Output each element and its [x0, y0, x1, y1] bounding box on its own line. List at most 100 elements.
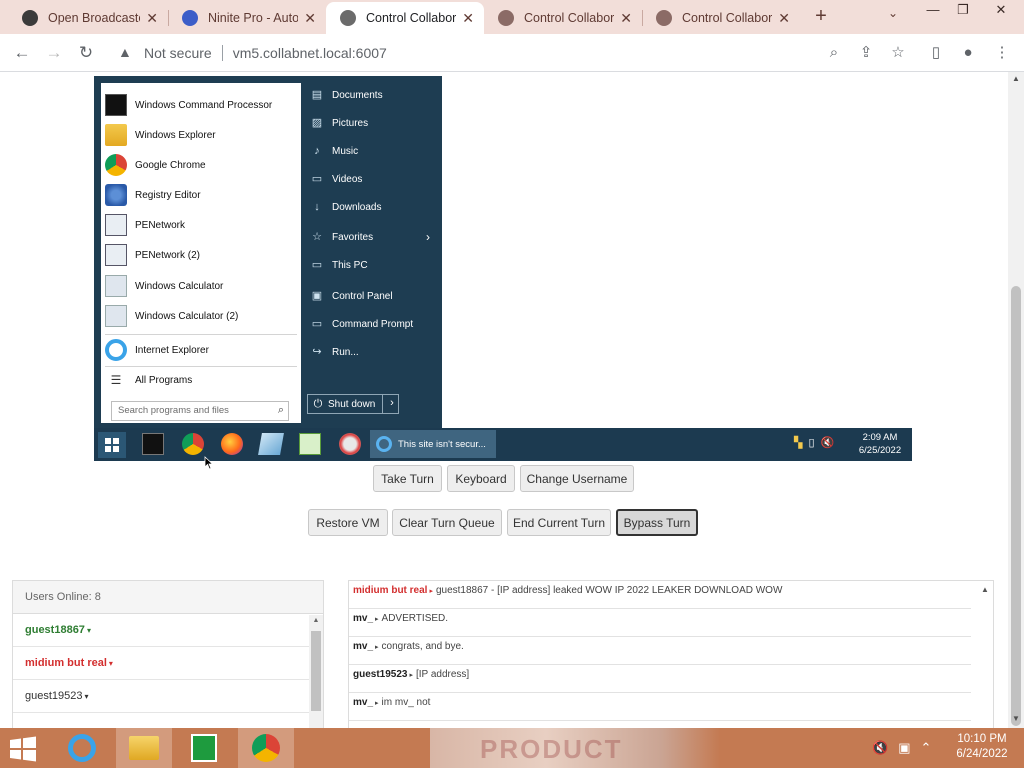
dropdown-caret-icon[interactable]: ▾ — [109, 659, 113, 668]
profile-avatar-icon[interactable]: ● — [958, 43, 978, 63]
chevron-up-icon[interactable]: ⌃ — [920, 740, 931, 756]
warning-triangle-icon[interactable]: ▲ — [118, 44, 136, 62]
end-current-turn-button[interactable]: End Current Turn — [507, 509, 611, 536]
vm-editor-icon[interactable] — [299, 433, 321, 455]
users-scrollbar[interactable]: ▲ — [309, 615, 323, 728]
vm-tray-color-icon[interactable]: ▚ — [794, 436, 802, 449]
host-clock[interactable]: 10:10 PM 6/24/2022 — [946, 732, 1018, 762]
close-window-button[interactable]: ✕ — [986, 0, 1016, 22]
dropdown-caret-icon[interactable]: ▾ — [85, 692, 89, 701]
program-explorer[interactable]: Windows Explorer — [101, 120, 301, 150]
place-control-panel[interactable]: ▣ Control Panel — [310, 284, 436, 308]
chat-scrollbar[interactable]: ▲ — [977, 581, 993, 728]
vm-screen[interactable]: Windows Command Processor Windows Explor… — [94, 76, 912, 461]
kebab-menu-icon[interactable]: ⋮ — [992, 43, 1012, 63]
vm-cmd-icon[interactable] — [142, 433, 164, 455]
taskbar-chrome-button[interactable] — [238, 728, 294, 768]
chat-username[interactable]: mv_ — [353, 641, 373, 652]
vm-clock[interactable]: 2:09 AM 6/25/2022 — [852, 431, 908, 457]
keyboard-button[interactable]: Keyboard — [447, 465, 515, 492]
vm-app-icon[interactable] — [339, 433, 361, 455]
close-tab-icon[interactable]: ✕ — [778, 10, 790, 27]
shutdown-options-button[interactable]: › — [382, 394, 401, 414]
user-row[interactable]: guest18867 ▾ — [13, 614, 309, 647]
tab-search-chevron-icon[interactable]: ⌄ — [888, 6, 898, 20]
place-this-pc[interactable]: ▭ This PC — [310, 253, 436, 277]
clear-turn-queue-button[interactable]: Clear Turn Queue — [392, 509, 502, 536]
vm-chrome-icon[interactable] — [182, 433, 204, 455]
chat-username[interactable]: guest19523 — [353, 669, 407, 680]
program-chrome[interactable]: Google Chrome — [101, 150, 301, 180]
all-programs-button[interactable]: ☰ All Programs — [101, 365, 301, 395]
taskbar-explorer-button[interactable] — [116, 728, 172, 768]
security-label[interactable]: Not secure — [144, 45, 212, 61]
vm-battery-icon[interactable]: ▯ — [808, 436, 814, 449]
change-username-button[interactable]: Change Username — [520, 465, 634, 492]
page-scrollbar[interactable]: ▲ ▼ — [1008, 72, 1024, 728]
page-scrollbar-thumb[interactable] — [1011, 286, 1021, 726]
scrollbar-thumb[interactable] — [311, 631, 321, 711]
bookmark-star-icon[interactable]: ☆ — [888, 43, 908, 63]
place-favorites[interactable]: ☆ Favorites › — [310, 225, 436, 249]
taskbar-ie-button[interactable] — [54, 728, 110, 768]
program-ie[interactable]: Internet Explorer — [101, 335, 301, 365]
program-penetwork-2[interactable]: PENetwork (2) — [101, 240, 301, 270]
user-row[interactable]: guest19523 ▾ — [13, 680, 309, 713]
dropdown-caret-icon[interactable]: ▾ — [87, 626, 91, 635]
place-music[interactable]: ♪ Music — [310, 139, 436, 163]
minimize-button[interactable]: — — [918, 0, 948, 22]
side-panel-icon[interactable]: ▯ — [926, 43, 946, 63]
chat-username[interactable]: mv_ — [353, 697, 373, 708]
bypass-turn-button[interactable]: Bypass Turn — [616, 509, 698, 536]
place-command-prompt[interactable]: ▭ Command Prompt — [310, 312, 436, 336]
place-documents[interactable]: ▤ Documents — [310, 83, 436, 107]
tab-control-collab-2[interactable]: Control Collabora ✕ — [484, 2, 642, 34]
reload-button[interactable]: ↻ — [74, 41, 98, 65]
start-search-input[interactable]: Search programs and files ⌕ — [111, 401, 289, 421]
tab-control-collab-3[interactable]: Control Collabora ✕ — [642, 2, 800, 34]
scroll-up-arrow-icon[interactable]: ▲ — [309, 617, 323, 624]
tab-obs[interactable]: Open Broadcaster ✕ — [8, 2, 168, 34]
tab-control-collab-active[interactable]: Control Collabora ✕ — [326, 2, 484, 34]
scroll-up-arrow-icon[interactable]: ▲ — [977, 585, 993, 594]
restore-button[interactable]: ❐ — [948, 0, 978, 22]
new-tab-button[interactable]: + — [808, 4, 834, 30]
place-downloads[interactable]: ↓ Downloads — [310, 195, 436, 219]
user-row[interactable]: midium but real ▾ — [13, 647, 309, 680]
program-cmd[interactable]: Windows Command Processor — [101, 90, 301, 120]
vm-notepad-icon[interactable] — [258, 433, 284, 455]
vm-windows-start-icon[interactable] — [98, 432, 126, 458]
chat-username[interactable]: mv_ — [353, 613, 373, 624]
restore-vm-button[interactable]: Restore VM — [308, 509, 388, 536]
url-text[interactable]: vm5.collabnet.local:6007 — [233, 45, 387, 61]
address-bar[interactable]: ▲ Not secure vm5.collabnet.local:6007 — [108, 38, 916, 68]
close-tab-icon[interactable]: ✕ — [304, 10, 316, 27]
vm-firefox-icon[interactable] — [221, 433, 243, 455]
program-calculator-2[interactable]: Windows Calculator (2) — [101, 301, 301, 331]
taskbar-store-button[interactable] — [176, 728, 232, 768]
place-pictures[interactable]: ▨ Pictures — [310, 111, 436, 135]
zoom-icon[interactable]: ⌕ — [824, 43, 844, 63]
place-run[interactable]: ↪ Run... — [310, 340, 436, 364]
share-icon[interactable]: ⇪ — [856, 43, 876, 63]
take-turn-button[interactable]: Take Turn — [373, 465, 442, 492]
chat-username[interactable]: midium but real — [353, 585, 427, 596]
forward-button[interactable]: → — [42, 41, 66, 65]
vm-taskbar-window-ie[interactable]: This site isn't secur... — [370, 430, 496, 458]
close-tab-icon[interactable]: ✕ — [620, 10, 632, 27]
close-tab-icon[interactable]: ✕ — [146, 10, 158, 27]
close-tab-icon[interactable]: ✕ — [462, 10, 474, 27]
volume-muted-icon[interactable]: 🔇 — [872, 740, 888, 756]
scroll-down-arrow-icon[interactable]: ▼ — [1008, 714, 1024, 723]
back-button[interactable]: ← — [10, 41, 34, 65]
program-calculator[interactable]: Windows Calculator — [101, 271, 301, 301]
windows-start-icon[interactable] — [8, 736, 38, 762]
scroll-up-arrow-icon[interactable]: ▲ — [1008, 74, 1024, 83]
program-penetwork[interactable]: PENetwork — [101, 210, 301, 240]
tab-ninite[interactable]: Ninite Pro - Auto ✕ — [168, 2, 326, 34]
shutdown-button[interactable]: ⏻ Shut down › — [307, 394, 399, 414]
place-videos[interactable]: ▭ Videos — [310, 167, 436, 191]
vm-volume-muted-icon[interactable]: 🔇 — [821, 436, 835, 449]
network-icon[interactable]: ▣ — [898, 740, 910, 756]
program-regedit[interactable]: Registry Editor — [101, 180, 301, 210]
